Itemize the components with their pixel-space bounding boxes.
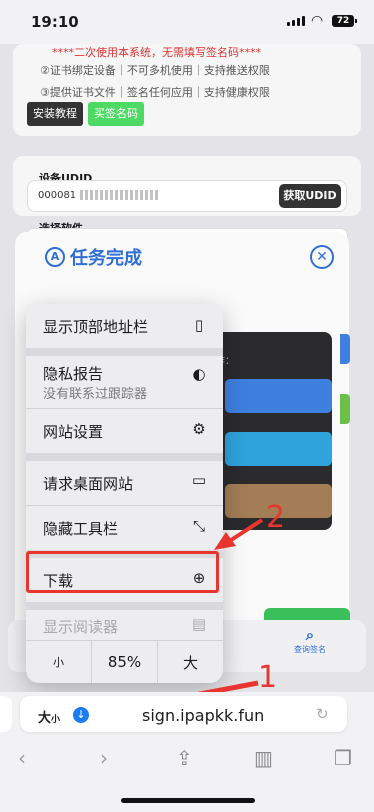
text-size-button[interactable]: 大小 <box>38 707 60 726</box>
text-size-small: 小 <box>51 715 61 725</box>
text-size-big: 大 <box>38 711 52 726</box>
safari-bottom-toolbar: 大小 ↓ sign.ipapkk.fun ↻ ‹ › ⇪ ▥ ❐ <box>0 692 374 812</box>
download-indicator-icon[interactable]: ↓ <box>73 707 89 723</box>
annotation-arrows <box>100 518 264 722</box>
url-text: sign.ipapkk.fun <box>142 706 265 725</box>
share-icon[interactable]: ⇪ <box>176 746 193 770</box>
back-icon[interactable]: ‹ <box>18 746 26 770</box>
reload-icon[interactable]: ↻ <box>316 705 329 723</box>
previous-tab-peek[interactable] <box>0 696 12 732</box>
arrow-2-line <box>226 518 264 544</box>
bookmarks-icon[interactable]: ▥ <box>254 746 273 770</box>
tabs-icon[interactable]: ❐ <box>334 746 352 770</box>
home-indicator <box>121 798 255 803</box>
forward-icon[interactable]: › <box>100 746 108 770</box>
address-bar[interactable]: 大小 ↓ sign.ipapkk.fun ↻ <box>20 696 347 732</box>
